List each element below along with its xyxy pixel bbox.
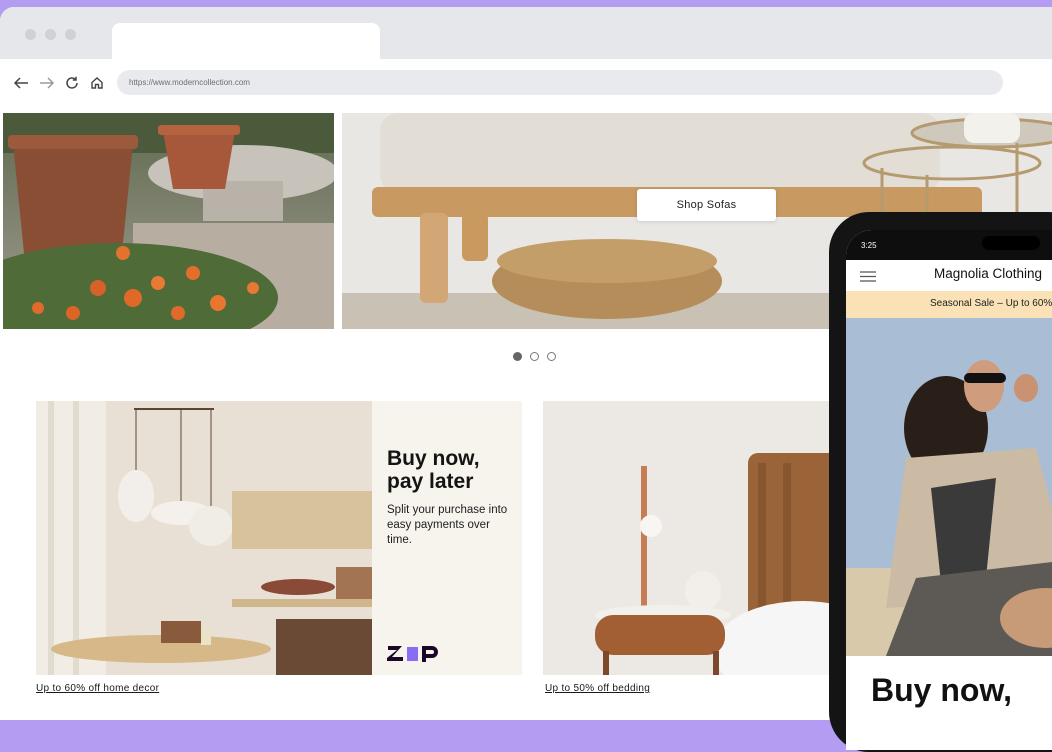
bnpl-promo-panel: Buy now, pay later Split your purchase i… [372,401,522,675]
phone-status-bar: 3:25 [846,230,1052,260]
window-minimize-dot[interactable] [45,29,56,40]
hamburger-menu-icon[interactable] [860,269,876,287]
carousel-dot-3[interactable] [547,352,556,361]
sale-banner[interactable]: Seasonal Sale – Up to 60% [846,291,1052,318]
browser-toolbar: https://www.moderncollection.com [0,59,1052,107]
reload-icon[interactable] [61,71,83,95]
bedding-link[interactable]: Up to 50% off bedding [545,683,650,694]
phone-screen: 3:25 Magnolia Clothing Seasonal Sale – U… [846,230,1052,750]
mobile-store-title: Magnolia Clothing [934,266,1043,281]
mobile-bnpl-headline: Buy now, [871,672,1013,708]
hero-garden-image [3,113,334,329]
phone-time: 3:25 [861,241,877,250]
mobile-bnpl-section: Buy now, [846,656,1052,750]
bnpl-subtext: Split your purchase into easy payments o… [387,504,508,546]
bedding-image[interactable] [543,401,843,675]
bnpl-headline: Buy now, pay later [387,447,480,493]
home-icon[interactable] [86,71,108,95]
window-close-dot[interactable] [25,29,36,40]
address-bar[interactable]: https://www.moderncollection.com [117,70,1003,95]
home-decor-link[interactable]: Up to 60% off home decor [36,683,159,694]
home-decor-image[interactable] [36,401,372,675]
carousel-dot-1[interactable] [513,352,522,361]
active-tab[interactable] [112,23,380,59]
dynamic-island [982,236,1040,250]
carousel-dot-2[interactable] [530,352,539,361]
shop-sofas-button[interactable]: Shop Sofas [637,189,776,221]
zip-logo-mark [387,646,438,662]
back-arrow-icon[interactable] [10,71,32,95]
phone-mockup: 3:25 Magnolia Clothing Seasonal Sale – U… [829,212,1052,752]
window-maximize-dot[interactable] [65,29,76,40]
sale-banner-text: Seasonal Sale – Up to 60% [930,298,1052,309]
mobile-hero-image [846,318,1052,656]
zip-logo [387,641,443,669]
tab-bar [0,7,1052,59]
mobile-header: Magnolia Clothing [846,260,1052,291]
forward-arrow-icon[interactable] [36,71,58,95]
